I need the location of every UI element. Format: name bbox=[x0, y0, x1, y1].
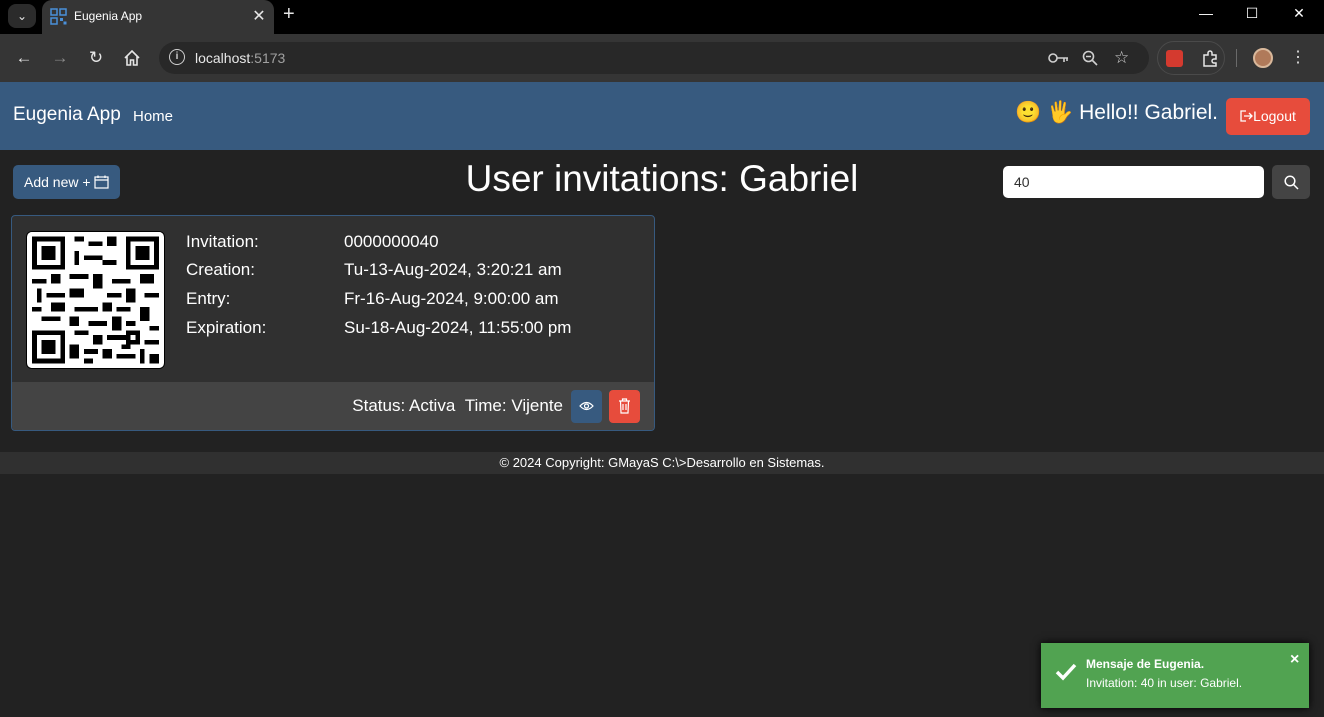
invitation-label: Invitation: bbox=[186, 232, 259, 251]
eye-icon bbox=[579, 401, 594, 411]
main-content: User invitations: Gabriel Add new + 40 I… bbox=[0, 150, 1324, 717]
forward-icon[interactable]: → bbox=[50, 48, 70, 68]
expiration-value: Su-18-Aug-2024, 11:55:00 pm bbox=[344, 318, 572, 337]
expiration-label: Expiration: bbox=[186, 318, 267, 337]
add-new-button[interactable]: Add new + bbox=[13, 165, 120, 199]
close-window-icon[interactable]: ✕ bbox=[1286, 5, 1312, 22]
site-info-icon[interactable]: i bbox=[169, 49, 185, 65]
search-icon bbox=[1284, 175, 1299, 190]
zoom-icon[interactable] bbox=[1082, 50, 1098, 66]
browser-tab[interactable]: Eugenia App ✕ bbox=[42, 0, 274, 34]
check-icon bbox=[1055, 663, 1077, 681]
url-port: :5173 bbox=[250, 50, 286, 66]
status-label: Status: Activa bbox=[352, 396, 456, 415]
add-new-label: Add new + bbox=[24, 174, 91, 190]
trash-icon bbox=[619, 398, 630, 414]
brand-link[interactable]: Eugenia App bbox=[13, 104, 121, 126]
qr-code-image bbox=[26, 231, 165, 369]
profile-avatar[interactable] bbox=[1253, 48, 1273, 68]
card-footer: Status: Activa Time: Vijente bbox=[12, 382, 654, 430]
time-label: Time: Vijente bbox=[464, 396, 563, 415]
toast-title: Mensaje de Eugenia. bbox=[1086, 657, 1205, 671]
search-input[interactable] bbox=[1003, 166, 1264, 198]
logout-label: Logout bbox=[1253, 108, 1296, 124]
extension-icon[interactable] bbox=[1166, 50, 1183, 67]
puzzle-icon[interactable] bbox=[1201, 50, 1219, 68]
bookmark-star-icon[interactable]: ☆ bbox=[1114, 48, 1129, 68]
greeting: 🙂 🖐 Hello!! Gabriel. bbox=[1015, 101, 1218, 125]
toast-close-icon[interactable]: × bbox=[1290, 651, 1299, 669]
toast-notification: Mensaje de Eugenia. Invitation: 40 in us… bbox=[1041, 643, 1309, 708]
greeting-emoji: 🙂 🖐 bbox=[1015, 101, 1074, 124]
tab-close-icon[interactable]: ✕ bbox=[250, 6, 268, 26]
address-bar[interactable]: i localhost:5173 ☆ bbox=[159, 42, 1149, 74]
delete-button[interactable] bbox=[609, 390, 640, 423]
entry-label: Entry: bbox=[186, 289, 231, 308]
view-button[interactable] bbox=[571, 390, 602, 423]
logout-icon bbox=[1240, 110, 1253, 122]
new-tab-button[interactable]: + bbox=[283, 3, 295, 26]
calendar-icon bbox=[94, 175, 110, 189]
search-button[interactable] bbox=[1272, 165, 1310, 199]
toolbar-divider bbox=[1236, 49, 1237, 67]
back-icon[interactable]: ← bbox=[14, 48, 34, 68]
creation-label: Creation: bbox=[186, 260, 255, 279]
invitation-value: 0000000040 bbox=[344, 232, 439, 251]
toast-message: Invitation: 40 in user: Gabriel. bbox=[1086, 676, 1243, 690]
tab-search-button[interactable]: ⌄ bbox=[8, 4, 36, 28]
key-icon[interactable] bbox=[1048, 52, 1070, 64]
reload-icon[interactable]: ↻ bbox=[86, 48, 106, 68]
menu-kebab-icon[interactable]: ⋮ bbox=[1290, 47, 1306, 67]
browser-tabstrip: ⌄ Eugenia App ✕ + — ☐ ✕ bbox=[0, 0, 1324, 34]
qr-favicon-icon bbox=[50, 8, 67, 25]
entry-value: Fr-16-Aug-2024, 9:00:00 am bbox=[344, 289, 559, 308]
url-text: localhost:5173 bbox=[195, 50, 285, 66]
logout-button[interactable]: Logout bbox=[1226, 98, 1310, 135]
status-time-text: Status: Activa Time: Vijente bbox=[352, 396, 563, 416]
maximize-icon[interactable]: ☐ bbox=[1239, 5, 1265, 22]
app-navbar: Eugenia App Home 🙂 🖐 Hello!! Gabriel. Lo… bbox=[0, 82, 1324, 150]
greeting-text: Hello!! Gabriel. bbox=[1079, 101, 1218, 124]
tab-title: Eugenia App bbox=[74, 9, 143, 23]
url-host: localhost bbox=[195, 50, 251, 66]
invitation-card: Invitation: 0000000040 Creation: Tu-13-A… bbox=[11, 215, 655, 431]
browser-toolbar: ← → ↻ i localhost:5173 ☆ ⋮ bbox=[0, 34, 1324, 82]
page-footer: © 2024 Copyright: GMayaS C:\>Desarrollo … bbox=[0, 452, 1324, 474]
nav-home-link[interactable]: Home bbox=[133, 108, 173, 125]
creation-value: Tu-13-Aug-2024, 3:20:21 am bbox=[344, 260, 562, 279]
home-icon[interactable] bbox=[122, 48, 142, 68]
extensions-group bbox=[1157, 41, 1225, 75]
minimize-icon[interactable]: — bbox=[1193, 5, 1219, 21]
